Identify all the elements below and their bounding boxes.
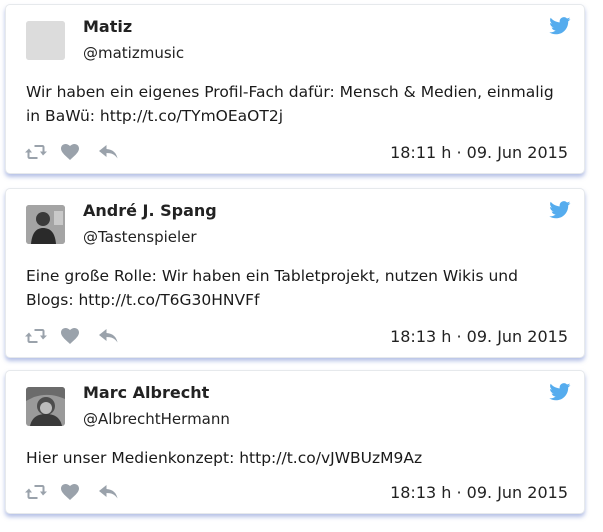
twitter-bird-icon[interactable] bbox=[549, 17, 571, 35]
author-handle[interactable]: @AlbrechtHermann bbox=[83, 410, 230, 428]
author-name[interactable]: Marc Albrecht bbox=[83, 383, 209, 402]
profile-photo-avatar-icon bbox=[26, 387, 65, 426]
retweet-icon[interactable] bbox=[25, 485, 47, 499]
reply-icon[interactable] bbox=[99, 485, 119, 499]
reply-icon[interactable] bbox=[99, 329, 119, 343]
tweet-timestamp[interactable]: 18:13 h · 09. Jun 2015 bbox=[390, 483, 568, 502]
tweet-card[interactable]: André J. Spang @Tastenspieler Eine große… bbox=[5, 188, 585, 358]
tweet-text: Eine große Rolle: Wir haben ein Tabletpr… bbox=[26, 267, 518, 309]
retweet-icon[interactable] bbox=[25, 329, 47, 343]
profile-photo-avatar-icon bbox=[26, 205, 65, 244]
twitter-bird-icon[interactable] bbox=[549, 201, 571, 219]
heart-icon[interactable] bbox=[61, 328, 79, 344]
tweet-card[interactable]: Marc Albrecht @AlbrechtHermann Hier unse… bbox=[5, 370, 585, 514]
author-name[interactable]: André J. Spang bbox=[83, 201, 217, 220]
tweet-actions bbox=[25, 144, 119, 160]
tweet-text: Hier unser Medienkonzept: http://t.co/vJ… bbox=[26, 449, 423, 467]
heart-icon[interactable] bbox=[61, 484, 79, 500]
author-handle[interactable]: @Tastenspieler bbox=[83, 228, 197, 246]
tweet-text: Wir haben ein eigenes Profil-Fach dafür:… bbox=[26, 83, 554, 125]
tweet-timestamp[interactable]: 18:11 h · 09. Jun 2015 bbox=[390, 143, 568, 162]
tweet-actions bbox=[25, 328, 119, 344]
avatar[interactable] bbox=[26, 205, 65, 244]
author-handle[interactable]: @matizmusic bbox=[83, 44, 184, 62]
tweet-card[interactable]: Matiz @matizmusic Wir haben ein eigenes … bbox=[5, 4, 585, 174]
heart-icon[interactable] bbox=[61, 144, 79, 160]
avatar[interactable] bbox=[26, 21, 65, 60]
tweet-timestamp[interactable]: 18:13 h · 09. Jun 2015 bbox=[390, 327, 568, 346]
tweet-actions bbox=[25, 484, 119, 500]
twitter-bird-icon[interactable] bbox=[549, 383, 571, 401]
placeholder-avatar-icon bbox=[26, 21, 65, 60]
reply-icon[interactable] bbox=[99, 145, 119, 159]
avatar[interactable] bbox=[26, 387, 65, 426]
author-name[interactable]: Matiz bbox=[83, 17, 132, 36]
retweet-icon[interactable] bbox=[25, 145, 47, 159]
